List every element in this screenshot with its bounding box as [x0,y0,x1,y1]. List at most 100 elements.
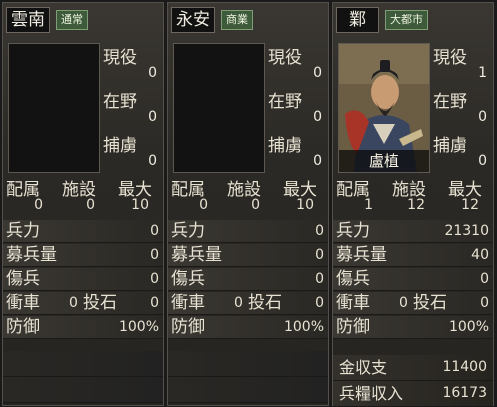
catapults-value: 0 [480,295,489,311]
military-rows: 兵力 21310 募兵量 40 傷兵 0 衝車 0 投石 0 防御 100% [333,220,493,340]
rams-value: 0 [234,295,243,311]
wild-label: 在野 [268,92,302,112]
recruits-value: 0 [150,247,159,263]
assigned-value: 1 [364,197,373,213]
recruits-label: 募兵量 [171,245,222,265]
rams-label: 衝車 [6,293,40,313]
recruits-value: 40 [471,247,489,263]
active-value: 1 [478,65,487,81]
wounded-row: 傷兵 0 [3,268,163,291]
troops-value: 0 [150,223,159,239]
catapults-label: 投石 [248,293,282,313]
city-panel-yunnan[interactable]: 雲南 通常 現役 0 在野 0 捕虜 0 配属 施設 最大 0 0 10 兵力 0… [2,2,164,406]
facilities-value: 0 [86,197,95,213]
active-value: 0 [148,65,157,81]
assignment-counts: 配属 施設 最大 0 0 10 [168,175,328,215]
wounded-value: 0 [480,271,489,287]
defense-label: 防御 [6,317,40,337]
facilities-value: 12 [407,197,425,213]
captives-label: 捕虜 [433,136,467,156]
military-rows: 兵力 0 募兵量 0 傷兵 0 衝車 0 投石 0 防御 100% [3,220,163,340]
wounded-label: 傷兵 [336,269,370,289]
income-area-empty [3,351,163,403]
active-value: 0 [313,65,322,81]
city-panel-yongan[interactable]: 永安 商業 現役 0 在野 0 捕虜 0 配属 施設 最大 0 0 10 兵力 0… [167,2,329,406]
city-panel-ye[interactable]: 鄴 大都市 盧植 現役 1 在野 0 捕虜 0 配属 施設 最大 1 12 12… [332,2,494,407]
gold-income-value: 11400 [442,359,487,375]
wounded-value: 0 [315,271,324,287]
wounded-row: 傷兵 0 [168,268,328,291]
recruits-value: 0 [315,247,324,263]
troops-row: 兵力 21310 [333,220,493,243]
officer-portrait-empty [8,43,100,173]
siege-row: 衝車 0 投石 0 [333,292,493,315]
recruits-row: 募兵量 0 [168,244,328,267]
catapults-label: 投石 [83,293,117,313]
food-income-value: 16173 [442,385,487,401]
wounded-row: 傷兵 0 [333,268,493,291]
city-type-badge: 通常 [56,10,88,30]
active-label: 現役 [433,48,467,68]
city-name: 雲南 [6,7,50,33]
troops-row: 兵力 0 [3,220,163,243]
defense-label: 防御 [171,317,205,337]
military-rows: 兵力 0 募兵量 0 傷兵 0 衝車 0 投石 0 防御 100% [168,220,328,340]
defense-value: 100% [448,319,489,335]
max-value: 10 [131,197,149,213]
defense-row: 防御 100% [168,316,328,339]
city-type-badge: 大都市 [385,10,428,30]
max-value: 12 [461,197,479,213]
city-name: 永安 [171,7,215,33]
wounded-value: 0 [150,271,159,287]
city-panels: 雲南 通常 現役 0 在野 0 捕虜 0 配属 施設 最大 0 0 10 兵力 0… [0,0,497,407]
assigned-value: 0 [199,197,208,213]
city-name: 鄴 [336,7,379,33]
wild-value: 0 [313,109,322,125]
recruits-row: 募兵量 40 [333,244,493,267]
rams-value: 0 [399,295,408,311]
troops-row: 兵力 0 [168,220,328,243]
city-header: 永安 商業 [171,7,253,33]
officer-portrait-empty [173,43,265,173]
catapults-value: 0 [150,295,159,311]
assigned-value: 0 [34,197,43,213]
assignment-counts: 配属 施設 最大 1 12 12 [333,175,493,215]
city-header: 鄴 大都市 [336,7,428,33]
wild-label: 在野 [433,92,467,112]
income-area-empty [168,351,328,403]
captives-value: 0 [478,153,487,169]
rams-label: 衝車 [171,293,205,313]
troops-value: 21310 [444,223,489,239]
captives-value: 0 [313,153,322,169]
catapults-value: 0 [315,295,324,311]
city-header: 雲南 通常 [6,7,88,33]
officer-portrait[interactable]: 盧植 [338,43,430,173]
troops-label: 兵力 [336,221,370,241]
defense-value: 100% [283,319,324,335]
captives-value: 0 [148,153,157,169]
defense-row: 防御 100% [3,316,163,339]
wild-value: 0 [478,109,487,125]
siege-row: 衝車 0 投石 0 [3,292,163,315]
gold-income-row: 金収支 11400 [333,355,493,381]
gold-income-label: 金収支 [339,358,388,377]
city-type-badge: 商業 [221,10,253,30]
income-area: 金収支 11400 兵糧収入 16173 [333,355,493,407]
rams-value: 0 [69,295,78,311]
defense-row: 防御 100% [333,316,493,339]
troops-label: 兵力 [171,221,205,241]
wounded-label: 傷兵 [171,269,205,289]
defense-value: 100% [118,319,159,335]
captives-label: 捕虜 [103,136,137,156]
wild-value: 0 [148,109,157,125]
assignment-counts: 配属 施設 最大 0 0 10 [3,175,163,215]
food-income-row: 兵糧収入 16173 [333,381,493,407]
wild-label: 在野 [103,92,137,112]
catapults-label: 投石 [413,293,447,313]
recruits-label: 募兵量 [6,245,57,265]
food-income-label: 兵糧収入 [339,384,404,403]
active-label: 現役 [268,48,302,68]
troops-label: 兵力 [6,221,40,241]
rams-label: 衝車 [336,293,370,313]
troops-value: 0 [315,223,324,239]
